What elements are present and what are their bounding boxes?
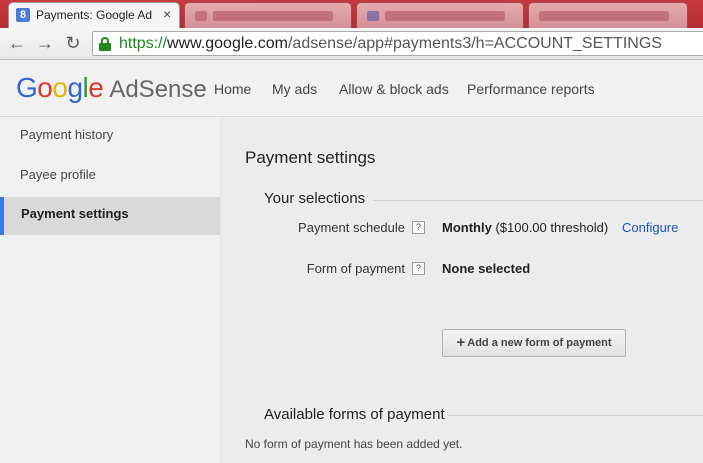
nav-performance-reports[interactable]: Performance reports	[467, 81, 595, 97]
reload-icon[interactable]: ↻	[62, 32, 84, 54]
tab-title-blurred	[539, 11, 669, 21]
app-header: Google AdSense Home My ads Allow & block …	[0, 61, 703, 117]
help-icon[interactable]: ?	[412, 221, 425, 234]
browser-tabstrip: 8 Payments: Google Ad ×	[0, 0, 703, 28]
sidebar-item-payment-history[interactable]: Payment history	[0, 118, 220, 156]
plus-icon: +	[456, 334, 466, 351]
payment-schedule-frequency: Monthly	[442, 220, 492, 235]
form-of-payment-value: None selected	[442, 261, 531, 276]
section-divider	[448, 415, 703, 416]
nav-home[interactable]: Home	[214, 81, 251, 97]
browser-tab[interactable]	[528, 2, 688, 28]
tab-title: Payments: Google Ad	[36, 8, 153, 22]
sidebar-item-payment-settings[interactable]: Payment settings	[0, 197, 220, 235]
adsense-logo[interactable]: Google AdSense	[16, 72, 207, 104]
nav-my-ads[interactable]: My ads	[272, 81, 317, 97]
payment-schedule-label: Payment schedule	[298, 220, 405, 235]
tab-favicon-icon	[195, 11, 207, 21]
main-content: Payment settings Your selections Payment…	[220, 118, 703, 463]
url-scheme: https://	[119, 35, 168, 52]
configure-link[interactable]: Configure	[622, 220, 678, 235]
nav-allow-block-ads[interactable]: Allow & block ads	[339, 81, 449, 97]
url-text[interactable]: https://www.google.com/adsense/app#payme…	[119, 35, 662, 53]
lock-icon	[99, 37, 111, 51]
sidebar: Payment history Payee profile Payment se…	[0, 118, 220, 463]
section-your-selections: Your selections	[264, 190, 366, 207]
section-available-forms: Available forms of payment	[264, 406, 445, 423]
browser-tab[interactable]	[184, 2, 352, 28]
google-logo-word: Google	[16, 72, 104, 103]
tab-title-blurred	[385, 11, 505, 21]
url-host: www.google.com	[167, 35, 288, 52]
tab-close-icon[interactable]: ×	[163, 6, 171, 22]
section-divider	[373, 200, 703, 201]
empty-state-message: No form of payment has been added yet.	[245, 437, 463, 451]
payment-schedule-threshold: ($100.00 threshold)	[491, 220, 609, 235]
forward-arrow-icon[interactable]: →	[34, 32, 56, 54]
tab-title-blurred	[213, 11, 333, 21]
address-bar[interactable]: https://www.google.com/adsense/app#payme…	[92, 31, 703, 56]
tab-favicon-icon	[367, 11, 379, 21]
page-title: Payment settings	[245, 148, 376, 167]
add-form-of-payment-button[interactable]: + Add a new form of payment	[442, 329, 626, 357]
help-icon[interactable]: ?	[412, 262, 425, 275]
payment-schedule-value: Monthly ($100.00 threshold)	[442, 220, 608, 235]
browser-toolbar: ← → ↻ https://www.google.com/adsense/app…	[0, 28, 703, 60]
form-of-payment-label: Form of payment	[306, 261, 405, 276]
sidebar-item-payee-profile[interactable]: Payee profile	[0, 158, 220, 196]
browser-tab-active[interactable]: 8 Payments: Google Ad ×	[8, 2, 180, 28]
url-path: /adsense/app#payments3/h=ACCOUNT_SETTING…	[287, 35, 662, 52]
add-button-label: Add a new form of payment	[467, 337, 612, 349]
product-name: AdSense	[109, 76, 207, 103]
browser-tab[interactable]	[356, 2, 524, 28]
adsense-favicon-icon: 8	[16, 8, 30, 22]
back-arrow-icon[interactable]: ←	[6, 32, 28, 54]
